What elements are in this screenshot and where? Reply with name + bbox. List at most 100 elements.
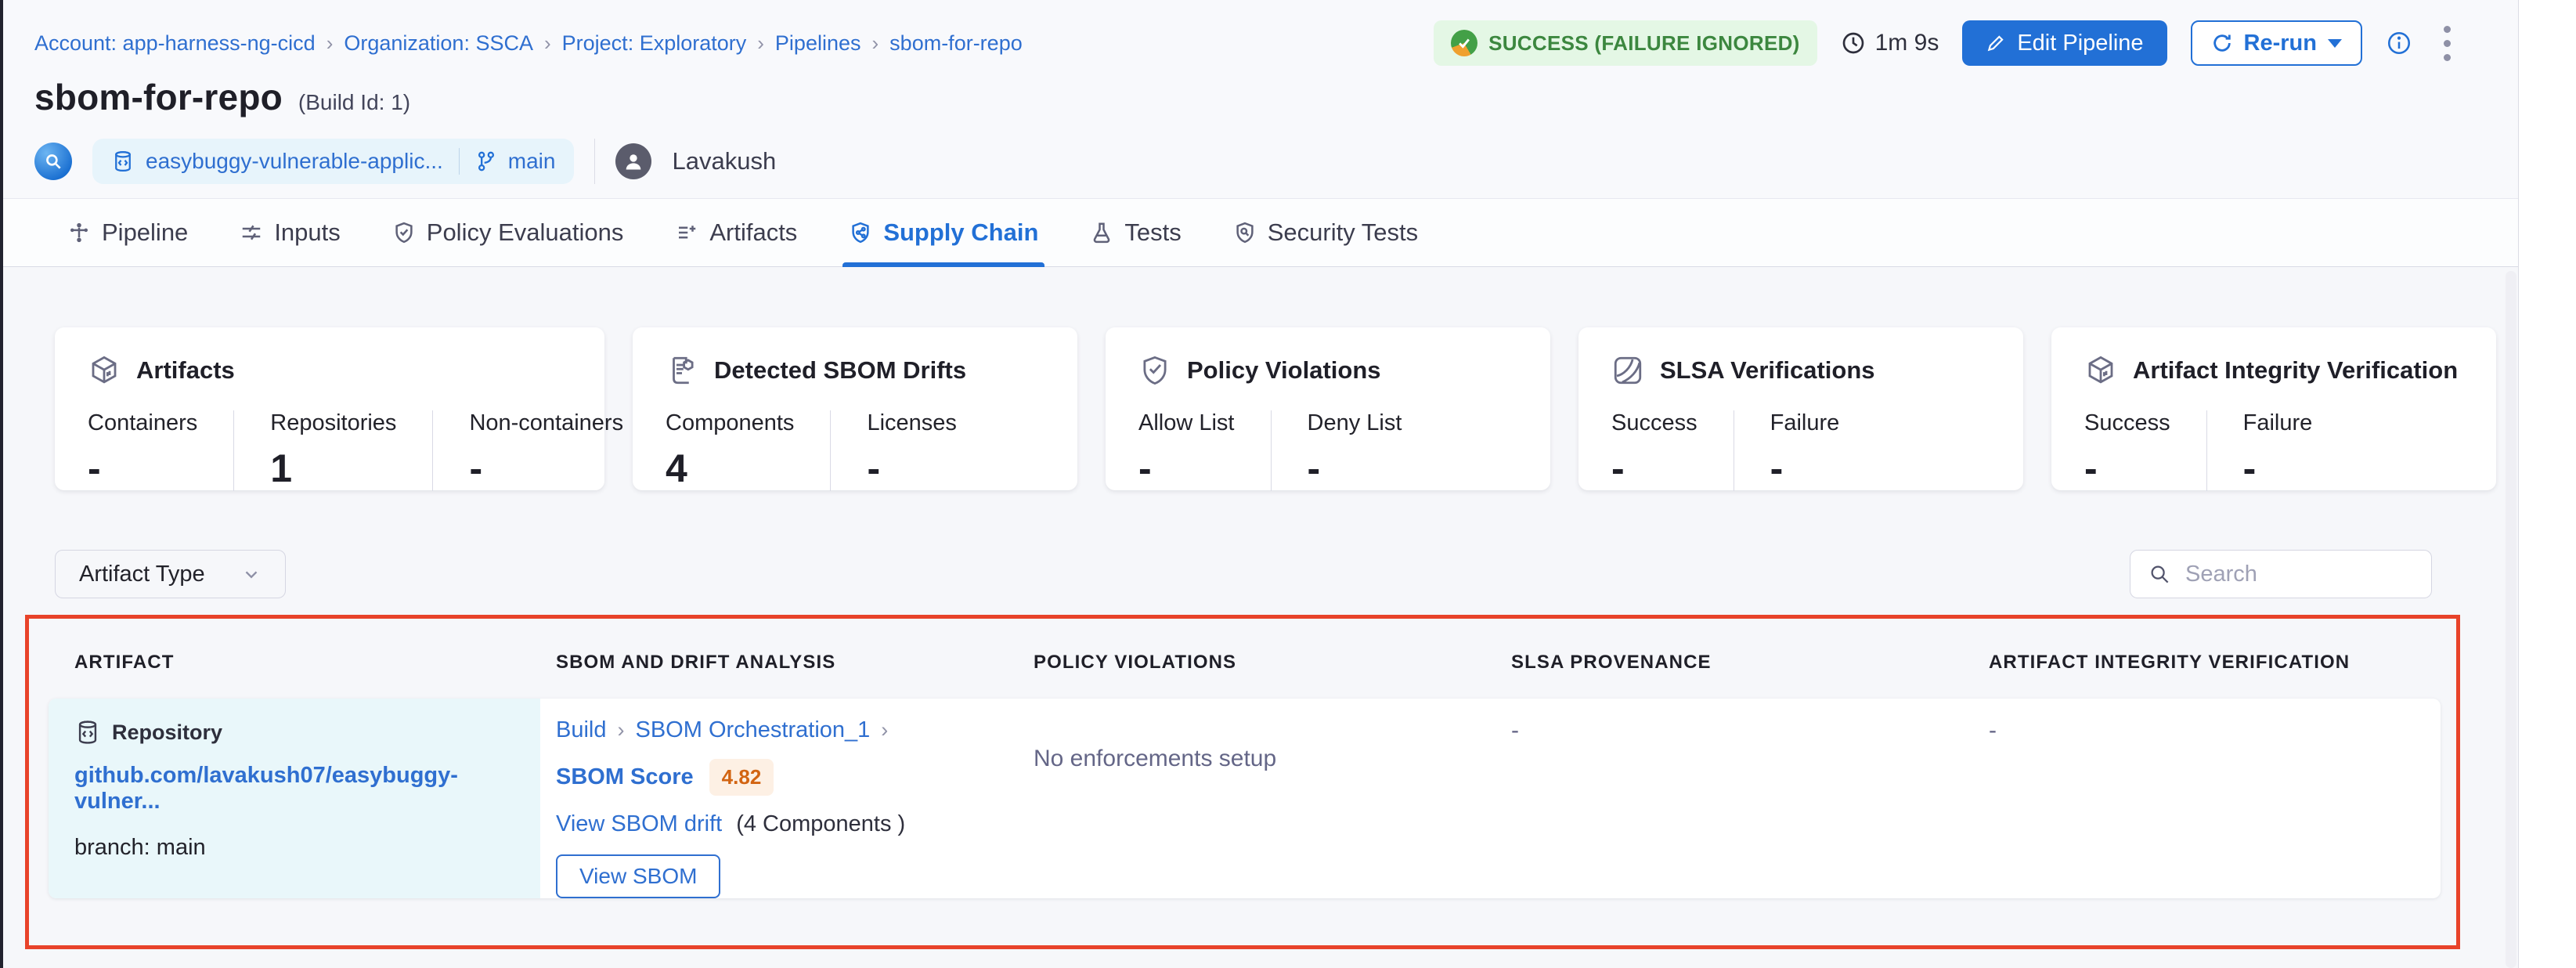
drift-components-count: (4 Components )	[736, 811, 905, 837]
stat-label: Components	[666, 410, 794, 436]
stat-label: Non-containers	[469, 410, 623, 436]
rerun-refresh-icon	[2211, 32, 2233, 54]
edit-pipeline-label: Edit Pipeline	[2017, 31, 2143, 56]
info-icon[interactable]	[2386, 30, 2412, 56]
table-row: Repository github.com/lavakush07/easybug…	[49, 699, 2441, 898]
tab-policy-evaluations-label: Policy Evaluations	[427, 219, 624, 247]
tab-tests[interactable]: Tests	[1090, 199, 1181, 266]
stat-label: Failure	[2243, 410, 2313, 436]
more-options-kebab-icon[interactable]	[2436, 21, 2459, 66]
execution-tabbar: Pipeline Inputs Policy Evaluations	[0, 198, 2518, 267]
pipeline-icon	[67, 221, 91, 244]
shield-search-icon	[1233, 221, 1257, 244]
tab-supply-chain[interactable]: Supply Chain	[849, 199, 1038, 266]
column-header-integrity: ARTIFACT INTEGRITY VERIFICATION	[1989, 652, 2456, 674]
tab-tests-label: Tests	[1124, 219, 1181, 247]
shield-check-icon	[1138, 354, 1171, 387]
stat-value: -	[88, 446, 197, 491]
status-badge-label: SUCCESS (FAILURE IGNORED)	[1488, 31, 1800, 56]
breadcrumb-separator: ›	[872, 31, 879, 56]
step-link[interactable]: SBOM Orchestration_1	[636, 717, 871, 743]
triggered-by-user: Lavakush	[672, 147, 776, 175]
slsa-verifications-card: SLSA Verifications Success- Failure-	[1578, 327, 2023, 490]
repo-name[interactable]: easybuggy-vulnerable-applic...	[146, 149, 443, 174]
tab-pipeline-label: Pipeline	[102, 219, 188, 247]
tab-pipeline[interactable]: Pipeline	[67, 199, 188, 266]
stat-value: -	[1308, 446, 1402, 491]
breadcrumb-pipelines[interactable]: Pipelines	[775, 31, 861, 56]
card-title: Detected SBOM Drifts	[714, 356, 966, 385]
list-plus-icon	[675, 221, 698, 244]
edit-pencil-icon	[1986, 33, 2006, 53]
table-filter-row: Artifact Type	[55, 550, 2432, 598]
artifact-repo-link[interactable]: github.com/lavakush07/easybuggy-vulner..…	[74, 763, 540, 814]
tab-artifacts-label: Artifacts	[709, 219, 797, 247]
sbom-score-badge: 4.82	[709, 759, 774, 796]
stat-label: Success	[2084, 410, 2170, 436]
branch-icon	[475, 150, 497, 172]
view-sbom-button[interactable]: View SBOM	[556, 854, 720, 898]
sbom-score-link[interactable]: SBOM Score	[556, 764, 694, 790]
stat-label: Deny List	[1308, 410, 1402, 436]
card-title: Artifact Integrity Verification	[2133, 356, 2458, 385]
table-header-row: ARTIFACT SBOM AND DRIFT ANALYSIS POLICY …	[29, 619, 2456, 674]
slsa-icon	[1611, 354, 1644, 387]
artifact-integrity-card: Artifact Integrity Verification Success-…	[2051, 327, 2496, 490]
view-sbom-drift-link[interactable]: View SBOM drift	[556, 811, 722, 837]
search-box	[2130, 550, 2432, 598]
rerun-caret-icon	[2328, 39, 2342, 48]
duration-value: 1m 9s	[1875, 30, 1939, 56]
breadcrumb-project[interactable]: Project: Exploratory	[562, 31, 747, 56]
stat-value: -	[867, 446, 956, 491]
integrity-verification-cell: -	[1973, 699, 2441, 898]
duration: 1m 9s	[1841, 30, 1939, 56]
rerun-label: Re-run	[2244, 31, 2317, 56]
pill-divider	[459, 148, 460, 175]
policy-violations-cell: No enforcements setup	[1018, 699, 1495, 898]
edit-pipeline-button[interactable]: Edit Pipeline	[1962, 20, 2167, 66]
breadcrumb-organization[interactable]: Organization: SSCA	[344, 31, 533, 56]
success-check-icon	[1451, 30, 1477, 56]
meta-divider	[594, 139, 595, 184]
artifact-type-dropdown[interactable]: Artifact Type	[55, 550, 286, 598]
artifact-type-label: Artifact Type	[79, 562, 205, 587]
breadcrumb-separator: ›	[881, 718, 888, 742]
tab-security-tests[interactable]: Security Tests	[1233, 199, 1418, 266]
breadcrumb-account[interactable]: Account: app-harness-ng-cicd	[34, 31, 316, 56]
tab-security-tests-label: Security Tests	[1268, 219, 1418, 247]
execution-header: Account: app-harness-ng-cicd › Organizat…	[0, 0, 2518, 198]
repository-icon	[111, 150, 135, 173]
policy-violations-card: Policy Violations Allow List- Deny List-	[1106, 327, 1550, 490]
search-input[interactable]	[2185, 562, 2414, 587]
branch-name[interactable]: main	[508, 149, 556, 174]
tab-inputs[interactable]: Inputs	[240, 199, 340, 266]
column-header-artifact: ARTIFACT	[74, 652, 556, 674]
tab-artifacts[interactable]: Artifacts	[675, 199, 797, 266]
breadcrumb-separator: ›	[757, 31, 764, 56]
artifact-cell: Repository github.com/lavakush07/easybug…	[49, 699, 540, 898]
repo-branch-pill[interactable]: easybuggy-vulnerable-applic... main	[92, 139, 574, 184]
stat-value: -	[1138, 446, 1235, 491]
shield-supply-chain-icon	[849, 221, 872, 244]
breadcrumb-current-pipeline[interactable]: sbom-for-repo	[889, 31, 1023, 56]
status-badge: SUCCESS (FAILURE IGNORED)	[1434, 20, 1817, 66]
tab-policy-evaluations[interactable]: Policy Evaluations	[392, 199, 624, 266]
clock-icon	[1841, 31, 1866, 56]
chevron-down-icon	[241, 564, 262, 584]
column-header-slsa: SLSA PROVENANCE	[1511, 652, 1989, 674]
cube-icon	[88, 354, 121, 387]
artifacts-card: Artifacts Containers- Repositories1 Non-…	[55, 327, 604, 490]
stat-label: Repositories	[270, 410, 396, 436]
artifact-type-label: Repository	[112, 721, 222, 745]
sbom-drifts-card: Detected SBOM Drifts Components4 License…	[633, 327, 1077, 490]
right-gutter	[2518, 0, 2576, 968]
stage-link[interactable]: Build	[556, 717, 607, 743]
vertical-scrollbar[interactable]	[2506, 271, 2516, 968]
stat-value: -	[1611, 446, 1697, 491]
rerun-button[interactable]: Re-run	[2191, 20, 2362, 66]
stat-label: Licenses	[867, 410, 956, 436]
repository-icon	[74, 719, 101, 746]
sliders-icon	[240, 221, 263, 244]
card-title: Policy Violations	[1187, 356, 1381, 385]
search-icon	[2148, 562, 2171, 586]
